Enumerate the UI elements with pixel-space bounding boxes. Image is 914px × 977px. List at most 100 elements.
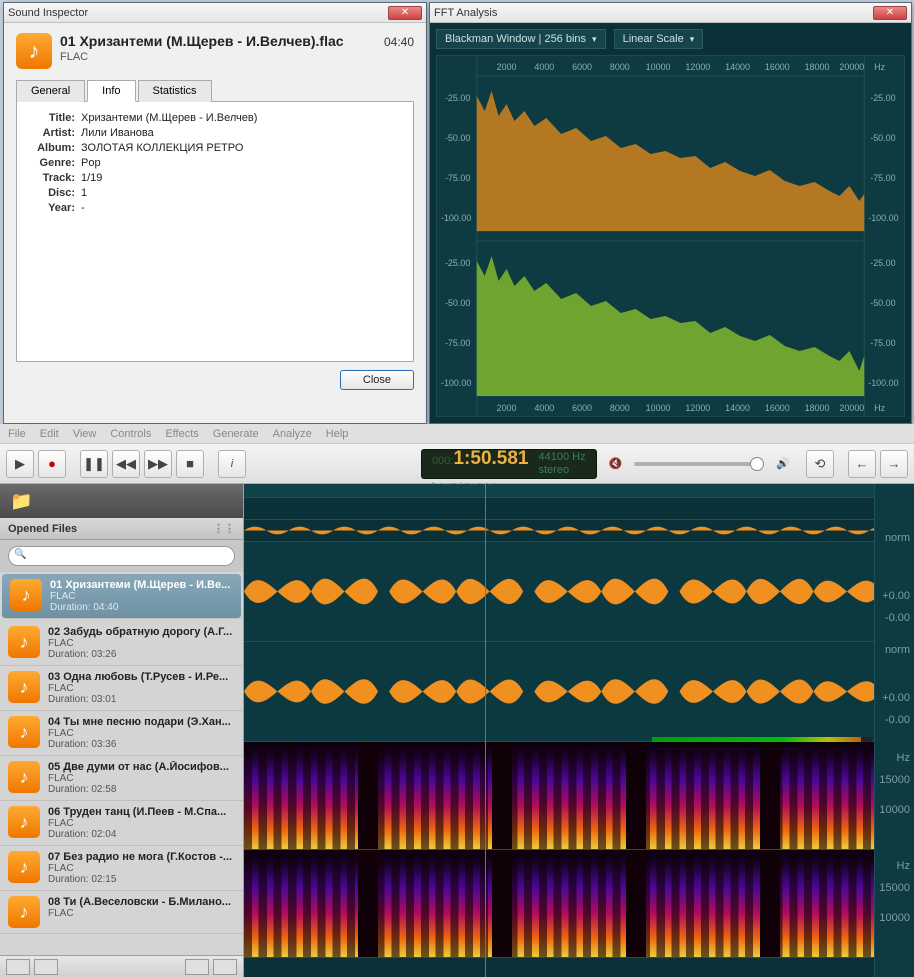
folder-icon[interactable]: 📁 [10,491,32,512]
file-item-format: FLAC [48,728,235,739]
svg-text:-75.00: -75.00 [445,338,470,348]
svg-text:6000: 6000 [572,403,592,413]
sound-inspector-titlebar[interactable]: Sound Inspector ✕ [4,3,426,23]
tab-general[interactable]: General [16,80,85,102]
waveform-panel[interactable]: 🔍 [244,484,914,977]
svg-text:-25.00: -25.00 [870,93,895,103]
view-grid-button[interactable] [34,959,58,975]
svg-text:14000: 14000 [725,403,750,413]
file-item-name: 01 Хризантеми (М.Щерев - И.Ве... [50,579,233,591]
tab-statistics[interactable]: Statistics [138,80,212,102]
music-note-icon: ♪ [16,33,52,69]
svg-text:18000: 18000 [805,62,830,72]
svg-text:-50.00: -50.00 [445,133,470,143]
list-item[interactable]: ♪ 04 Ты мне песню подари (Э.Хан... FLAC … [0,711,243,756]
list-item[interactable]: ♪ 03 Одна любовь (Т.Русев - И.Ре... FLAC… [0,666,243,711]
label-genre: Genre: [31,157,75,169]
svg-text:-75.00: -75.00 [445,173,470,183]
tab-info[interactable]: Info [87,80,135,102]
file-item-format: FLAC [48,773,235,784]
menu-file[interactable]: File [8,428,26,440]
svg-text:8000: 8000 [610,62,630,72]
music-note-icon: ♪ [8,716,40,748]
file-item-format: FLAC [48,863,235,874]
fft-window-dropdown[interactable]: Blackman Window | 256 bins [436,29,606,49]
list-item[interactable]: ♪ 01 Хризантеми (М.Щерев - И.Ве... FLAC … [2,574,241,619]
stop-button[interactable]: ■ [176,450,204,478]
file-item-duration: Duration: 03:36 [48,739,235,750]
list-item[interactable]: ♪ 05 Две думи от нас (А.Йосифов... FLAC … [0,756,243,801]
file-item-format: FLAC [48,683,235,694]
rewind-button[interactable]: ◀◀ [112,450,140,478]
svg-text:2000: 2000 [497,403,517,413]
panel-title-bar: Opened Files ⋮⋮ [0,518,243,540]
grip-icon[interactable]: ⋮⋮ [213,522,235,535]
file-item-duration: Duration: 02:04 [48,829,235,840]
menu-edit[interactable]: Edit [40,428,59,440]
toolbar: ▶ ● ❚❚ ◀◀ ▶▶ ■ i 000:1:50.581 hr min sec… [0,444,914,484]
value-year: - [81,202,85,214]
svg-text:-100.00: -100.00 [441,213,471,223]
svg-text:16000: 16000 [765,403,790,413]
music-note-icon: ♪ [8,806,40,838]
file-item-format: FLAC [48,638,235,649]
fft-scale-dropdown[interactable]: Linear Scale [614,29,704,49]
volume-slider[interactable] [634,462,764,466]
prev-button[interactable]: ← [848,450,876,478]
record-button[interactable]: ● [38,450,66,478]
search-input[interactable] [8,546,235,566]
value-album: ЗОЛОТАЯ КОЛЛЕКЦИЯ РЕТРО [81,142,243,154]
list-item[interactable]: ♪ 06 Труден танц (И.Пеев - М.Спа... FLAC… [0,801,243,846]
svg-text:-50.00: -50.00 [445,298,470,308]
close-icon[interactable]: ✕ [873,6,907,20]
menu-generate[interactable]: Generate [213,428,259,440]
svg-text:Hz: Hz [874,62,885,72]
file-name: 01 Хризантеми (М.Щерев - И.Велчев).flac [60,33,376,49]
svg-text:-50.00: -50.00 [870,133,895,143]
speaker-mute-icon[interactable]: 🔇 [609,457,623,470]
menu-analyze[interactable]: Analyze [273,428,312,440]
time-main: 1:50.581 [453,448,528,469]
file-item-format: FLAC [50,591,233,602]
speaker-icon[interactable]: 🔊 [776,457,790,470]
forward-button[interactable]: ▶▶ [144,450,172,478]
pause-button[interactable]: ❚❚ [80,450,108,478]
svg-text:12000: 12000 [685,62,710,72]
label-artist: Artist: [31,127,75,139]
menu-effects[interactable]: Effects [165,428,198,440]
svg-text:4000: 4000 [534,403,554,413]
music-note-icon: ♪ [10,579,42,611]
time-display: 000:1:50.581 hr min sec 44100 Hz stereo [421,449,597,479]
label-track: Track: [31,172,75,184]
zoom-in-button[interactable] [213,959,237,975]
file-item-name: 02 Забудь обратную дорогу (А.Г... [48,626,235,638]
menu-view[interactable]: View [73,428,97,440]
list-item[interactable]: ♪ 08 Ти (А.Веселовски - Б.Милано... FLAC [0,891,243,934]
info-button[interactable]: i [218,450,246,478]
view-list-button[interactable] [6,959,30,975]
list-item[interactable]: ♪ 02 Забудь обратную дорогу (А.Г... FLAC… [0,621,243,666]
file-list[interactable]: ♪ 01 Хризантеми (М.Щерев - И.Ве... FLAC … [0,572,243,955]
list-item[interactable]: ♪ 07 Без радио не мога (Г.Костов -... FL… [0,846,243,891]
loop-button[interactable]: ⟲ [806,450,834,478]
music-note-icon: ♪ [8,896,40,928]
menu-help[interactable]: Help [326,428,349,440]
statusbar [0,955,243,977]
menu-controls[interactable]: Controls [110,428,151,440]
label-year: Year: [31,202,75,214]
svg-text:14000: 14000 [725,62,750,72]
svg-text:-100.00: -100.00 [441,378,471,388]
file-item-format: FLAC [48,818,235,829]
playhead[interactable] [485,484,486,977]
fft-titlebar[interactable]: FFT Analysis ✕ [430,3,911,23]
play-button[interactable]: ▶ [6,450,34,478]
time-ruler[interactable] [244,484,914,498]
close-icon[interactable]: ✕ [388,6,422,20]
zoom-out-button[interactable] [185,959,209,975]
close-button[interactable]: Close [340,370,414,390]
value-artist: Лили Иванова [81,127,154,139]
next-button[interactable]: → [880,450,908,478]
svg-text:-25.00: -25.00 [445,258,470,268]
value-track: 1/19 [81,172,102,184]
music-note-icon: ♪ [8,626,40,658]
